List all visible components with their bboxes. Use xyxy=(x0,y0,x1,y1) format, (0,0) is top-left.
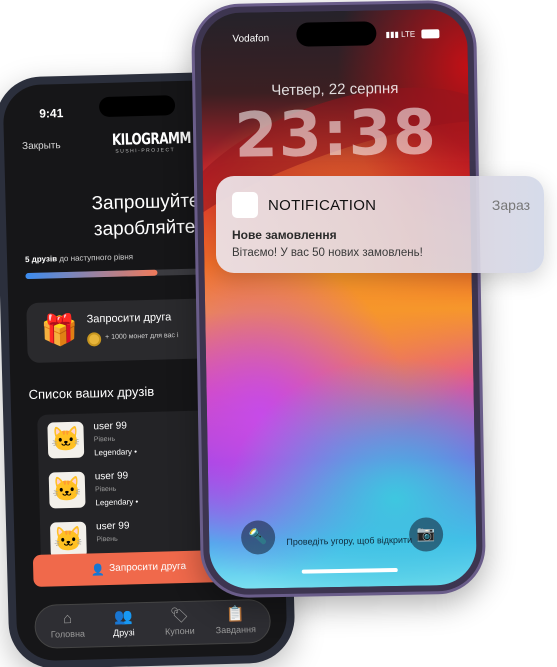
dynamic-island xyxy=(296,21,377,47)
friend-name: user 99 xyxy=(95,520,130,533)
tab-friends[interactable]: 👥 Друзі xyxy=(95,608,152,638)
tab-friends-label: Друзі xyxy=(112,627,135,638)
signal-icon: ▮▮▮ xyxy=(385,29,399,40)
cat-avatar-icon: 🐱 xyxy=(48,471,86,509)
cat-avatar-icon: 🐱 xyxy=(47,421,85,459)
progress-suffix: до наступного рівня xyxy=(59,252,134,264)
network-type: LTE xyxy=(401,29,416,39)
order-notification[interactable]: NOTIFICATION Зараз Нове замовлення Вітає… xyxy=(216,176,544,273)
close-button[interactable]: Закрыть xyxy=(22,140,61,152)
home-indicator[interactable] xyxy=(301,568,398,574)
progress-label: 5 друзів до наступного рівня xyxy=(25,252,133,264)
status-time: 9:41 xyxy=(39,106,64,121)
coupon-icon: 🏷 xyxy=(169,606,190,625)
tab-bar: ⌂ Головна 👥 Друзі 🏷 Купони 📋 Завдання xyxy=(34,598,272,649)
friends-list-title: Список ваших друзів xyxy=(28,383,155,403)
friend-name: user 99 xyxy=(94,470,129,483)
tab-coupons[interactable]: 🏷 Купони xyxy=(151,606,208,637)
friend-status: Legendary • xyxy=(95,497,139,508)
swipe-hint: Проведіть угору, щоб відкрити xyxy=(286,534,413,547)
notification-time: Зараз xyxy=(491,197,530,213)
app-icon xyxy=(232,192,258,218)
carrier-name: Vodafon xyxy=(232,33,270,45)
notification-app-name: NOTIFICATION xyxy=(268,197,377,214)
tab-coupons-label: Купони xyxy=(164,625,195,637)
progress-count: 5 друзів xyxy=(24,254,58,265)
friend-level: Рівень xyxy=(93,435,116,444)
tab-tasks[interactable]: 📋 Завдання xyxy=(207,605,264,636)
front-phone: Vodafon ▮▮▮ LTE Четвер, 22 серпня 23:38 … xyxy=(190,0,487,599)
tab-tasks-label: Завдання xyxy=(215,624,257,636)
notification-title: Нове замовлення xyxy=(232,228,337,242)
logo-wordmark: KILOGRAMM xyxy=(111,128,192,149)
brand-logo: KILOGRAMM SUSHI-PROJECT xyxy=(111,128,192,155)
invite-friend-button-label: Запросити друга xyxy=(109,560,187,575)
friend-name: user 99 xyxy=(93,420,127,433)
tab-home[interactable]: ⌂ Головна xyxy=(39,609,96,640)
status-icons: ▮▮▮ LTE xyxy=(386,29,440,39)
battery-icon xyxy=(421,29,440,39)
tasks-icon: 📋 xyxy=(225,605,245,623)
add-user-icon: 👤 xyxy=(91,564,106,577)
progress-fill xyxy=(25,269,158,280)
friend-level: Рівень xyxy=(95,485,117,494)
lock-screen: Vodafon ▮▮▮ LTE Четвер, 22 серпня 23:38 … xyxy=(199,8,478,590)
friends-icon: 👥 xyxy=(113,608,134,626)
tab-home-label: Головна xyxy=(50,628,86,640)
camera-icon[interactable]: 📷 xyxy=(408,517,444,552)
invite-card-title: Запросити друга xyxy=(86,311,172,326)
home-icon: ⌂ xyxy=(62,609,73,628)
friend-level: Рівень xyxy=(96,535,118,544)
gift-icon: 🎁 xyxy=(40,313,79,348)
lock-clock: 23:38 xyxy=(233,95,438,172)
notification-body: Вітаємо! У вас 50 нових замовлень! xyxy=(232,247,423,259)
invite-card-subtitle: + 1000 монет для вас і xyxy=(105,332,179,342)
dynamic-island xyxy=(98,95,176,118)
flashlight-icon[interactable]: 🔦 xyxy=(240,520,276,555)
coin-icon xyxy=(86,332,102,347)
friend-status: Legendary • xyxy=(94,447,138,458)
